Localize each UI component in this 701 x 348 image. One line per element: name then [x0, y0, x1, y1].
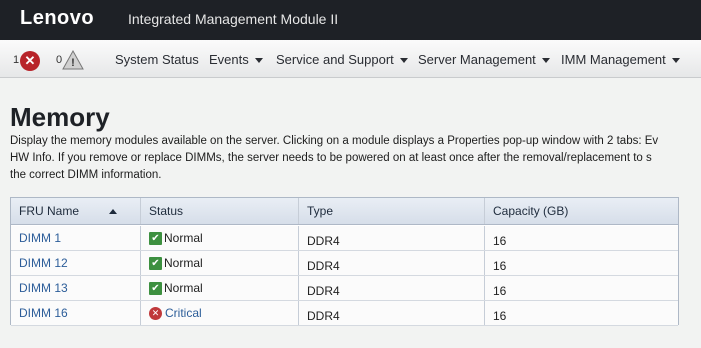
chevron-down-icon	[541, 58, 550, 64]
status-cell: ✔ Normal	[141, 276, 299, 300]
table-row[interactable]: DIMM 1 ✔ Normal DDR4 16	[11, 226, 678, 251]
chevron-down-icon	[254, 58, 263, 64]
capacity-cell: 16	[493, 284, 507, 298]
chevron-down-icon	[399, 58, 408, 64]
fru-name-link[interactable]: DIMM 1	[11, 226, 141, 250]
description-line: HW Info. If you remove or replace DIMMs,…	[10, 152, 652, 164]
page-description: Display the memory modules available on …	[10, 133, 701, 184]
status-text: Normal	[164, 281, 203, 295]
type-cell: DDR4	[299, 226, 485, 250]
top-banner: Lenovo Integrated Management Module II	[0, 0, 701, 40]
fru-name-link[interactable]: DIMM 12	[11, 251, 141, 275]
status-text: Critical	[165, 306, 202, 320]
fru-name-link[interactable]: DIMM 13	[11, 276, 141, 300]
capacity-cell: 16	[493, 259, 507, 273]
nav-imm-management[interactable]: IMM Management	[561, 52, 680, 67]
status-cell: ✔ Normal	[141, 226, 299, 250]
status-cell: ✔ Normal	[141, 251, 299, 275]
description-line: Display the memory modules available on …	[10, 135, 659, 147]
check-icon: ✔	[149, 231, 162, 245]
error-icon[interactable]: ✕	[20, 51, 40, 71]
column-header-type[interactable]: Type	[299, 198, 485, 224]
column-header-fru-name[interactable]: FRU Name	[11, 198, 141, 224]
status-cell: ✕ Critical	[141, 301, 299, 325]
svg-text:!: !	[71, 57, 75, 69]
column-header-capacity[interactable]: Capacity (GB)	[485, 198, 678, 224]
type-cell: DDR4	[299, 301, 485, 325]
nav-service-and-support[interactable]: Service and Support	[276, 52, 408, 67]
nav-events[interactable]: Events	[209, 52, 263, 67]
chevron-down-icon	[671, 58, 680, 64]
fru-name-link[interactable]: DIMM 16	[11, 301, 141, 325]
nav-server-management[interactable]: Server Management	[418, 52, 550, 67]
memory-table: FRU Name Status Type Capacity (GB) DIMM …	[10, 197, 679, 326]
critical-icon: ✕	[149, 306, 162, 320]
type-cell: DDR4	[299, 276, 485, 300]
warning-icon[interactable]: !	[62, 50, 84, 70]
status-text: Normal	[164, 231, 203, 245]
status-text: Normal	[164, 256, 203, 270]
nav-system-status[interactable]: System Status	[115, 52, 199, 67]
type-cell: DDR4	[299, 251, 485, 275]
table-row[interactable]: DIMM 13 ✔ Normal DDR4 16	[11, 276, 678, 301]
column-header-status[interactable]: Status	[141, 198, 299, 224]
table-row[interactable]: DIMM 12 ✔ Normal DDR4 16	[11, 251, 678, 276]
sort-ascending-icon	[109, 208, 118, 214]
error-count: 1	[13, 54, 20, 66]
check-icon: ✔	[149, 256, 162, 270]
product-title: Integrated Management Module II	[128, 11, 339, 27]
main-navigation: 1 ✕ 0 ! System Status Events Service and…	[0, 40, 701, 78]
check-icon: ✔	[149, 281, 162, 295]
page-title: Memory	[10, 102, 110, 132]
table-header: FRU Name Status Type Capacity (GB)	[11, 198, 678, 225]
description-line: the correct DIMM information.	[10, 169, 162, 181]
table-row[interactable]: DIMM 16 ✕ Critical DDR4 16	[11, 301, 678, 326]
capacity-cell: 16	[493, 309, 507, 323]
capacity-cell: 16	[493, 234, 507, 248]
brand-logo: Lenovo	[20, 7, 95, 29]
